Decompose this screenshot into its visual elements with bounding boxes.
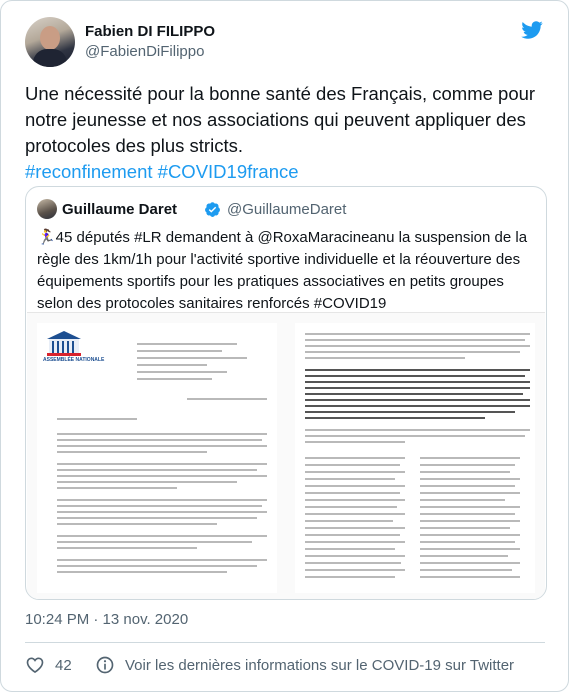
tweet-hashtags[interactable]: #reconfinement #COVID19france — [25, 161, 299, 182]
quoted-author-handle[interactable]: @GuillaumeDaret — [227, 201, 346, 218]
tweet-text: Une nécessité pour la bonne santé des Fr… — [25, 81, 555, 185]
quoted-author-name[interactable]: Guillaume Daret — [62, 201, 177, 218]
author-avatar[interactable] — [25, 17, 75, 67]
quoted-tweet[interactable]: Guillaume Daret @GuillaumeDaret 🏃‍♀️45 d… — [25, 186, 547, 600]
verified-badge-icon — [205, 202, 220, 217]
tweet-timestamp[interactable]: 10:24 PM · 13 nov. 2020 — [25, 611, 188, 628]
letter-page-left: ASSEMBLÉE NATIONALE — [37, 323, 277, 593]
tweet-card: Fabien DI FILIPPO @FabienDiFilippo Une n… — [0, 0, 569, 692]
tweet-body: Une nécessité pour la bonne santé des Fr… — [25, 83, 536, 156]
quoted-author-avatar[interactable] — [37, 199, 57, 219]
author-handle[interactable]: @FabienDiFilippo — [85, 43, 204, 60]
heart-icon — [26, 657, 44, 674]
quoted-text: 🏃‍♀️45 députés #LR demandent à @RoxaMara… — [37, 229, 528, 312]
letter-page-right — [295, 323, 535, 593]
like-count: 42 — [55, 656, 72, 674]
like-button[interactable] — [25, 653, 45, 677]
letter-image[interactable]: ASSEMBLÉE NATIONALE — [27, 312, 545, 599]
info-icon — [96, 656, 114, 674]
covid-info-link[interactable]: Voir les dernières informations sur le C… — [125, 653, 514, 677]
divider — [25, 642, 545, 643]
twitter-bird-icon[interactable] — [520, 19, 544, 41]
tweet-actions: 42 Voir les dernières informations sur l… — [25, 653, 555, 677]
logo-text: ASSEMBLÉE NATIONALE — [43, 357, 105, 363]
author-name[interactable]: Fabien DI FILIPPO — [85, 23, 215, 40]
covid-info-icon-button[interactable] — [95, 653, 115, 677]
assemblee-nationale-logo — [47, 331, 81, 356]
